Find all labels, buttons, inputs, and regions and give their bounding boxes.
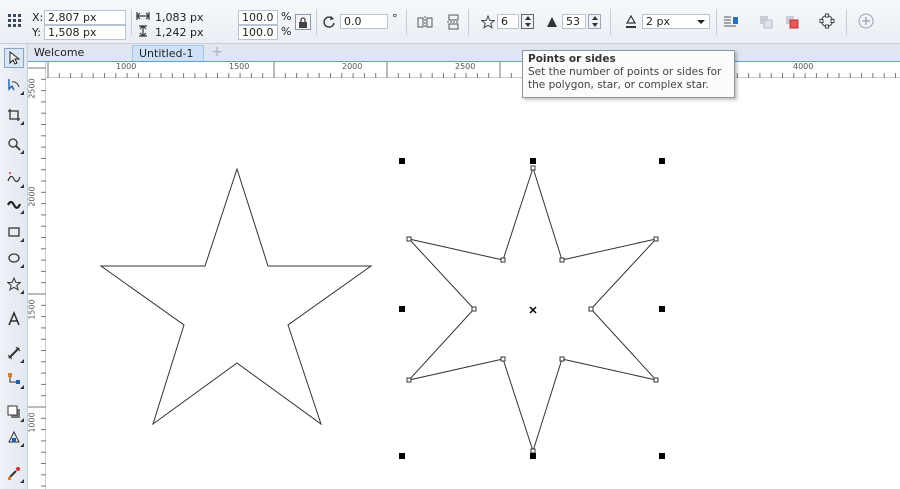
eyedropper-tool-icon[interactable] — [4, 463, 24, 483]
document-tabs: Welcome Screen Untitled-1 + — [28, 44, 900, 75]
horizontal-ruler[interactable]: 1000 1500 2000 2500 4000 — [46, 62, 900, 78]
width-field[interactable]: 1,083 px — [151, 10, 229, 25]
separator — [610, 9, 611, 35]
rectangle-tool-icon[interactable] — [4, 222, 24, 242]
ruler-label: 2000 — [27, 186, 37, 207]
freehand-tool-icon[interactable] — [4, 168, 24, 188]
tab-welcome-screen[interactable]: Welcome Screen — [28, 45, 124, 75]
connector-tool-icon[interactable] — [4, 369, 24, 389]
separator — [131, 9, 132, 35]
vertical-ruler[interactable]: 2500 2000 1500 1000 — [28, 62, 46, 489]
scale-y-field[interactable]: 100.0 — [238, 25, 278, 40]
y-label: Y: — [32, 26, 41, 39]
ruler-label: 1500 — [27, 299, 37, 320]
points-field[interactable]: 6 — [497, 14, 519, 29]
toolbox — [0, 44, 28, 489]
add-icon[interactable] — [857, 12, 875, 30]
sharpness-icon — [543, 13, 561, 31]
height-field[interactable]: 1,242 px — [151, 25, 229, 40]
sharpness-field[interactable]: 53 — [562, 14, 586, 29]
x-position-field[interactable]: 2,807 px — [44, 10, 126, 25]
ruler-label: 4000 — [793, 62, 814, 71]
separator — [316, 9, 317, 35]
star-points-icon — [479, 13, 497, 31]
six-point-star-selection[interactable] — [399, 158, 665, 459]
degree-label: ° — [392, 12, 398, 25]
to-back-icon[interactable] — [783, 13, 801, 31]
object-origin-icon[interactable] — [6, 12, 24, 30]
height-icon — [135, 24, 151, 38]
text-wrap-icon[interactable] — [722, 13, 740, 31]
separator — [406, 9, 407, 35]
percent-y-label: % — [281, 25, 292, 38]
five-point-star[interactable] — [99, 167, 373, 426]
ruler-label: 2500 — [27, 78, 37, 99]
ellipse-tool-icon[interactable] — [4, 248, 24, 268]
convert-to-curves-icon[interactable] — [818, 12, 836, 30]
ruler-label: 1000 — [27, 412, 37, 433]
shape-tool-icon[interactable] — [4, 75, 24, 95]
zoom-tool-icon[interactable] — [4, 134, 24, 154]
separator — [716, 9, 717, 35]
outline-width-value: 2 px — [646, 15, 670, 28]
crop-tool-icon[interactable] — [4, 105, 24, 125]
ruler-label: 1500 — [229, 62, 250, 71]
add-tab-button[interactable]: + — [210, 45, 224, 61]
chevron-down-icon — [697, 20, 705, 24]
rotation-field[interactable]: 0.0 — [340, 14, 388, 29]
tooltip-title: Points or sides — [528, 53, 616, 65]
drop-shadow-tool-icon[interactable] — [4, 402, 24, 422]
transparency-tool-icon[interactable] — [4, 427, 24, 447]
text-tool-icon[interactable] — [4, 309, 24, 329]
scale-x-field[interactable]: 100.0 — [238, 10, 278, 25]
ruler-label: 1000 — [116, 62, 137, 71]
ruler-label: 2000 — [342, 62, 363, 71]
artistic-media-tool-icon[interactable] — [4, 194, 24, 214]
x-label: X: — [32, 11, 44, 24]
separator — [468, 9, 469, 35]
points-or-sides-tooltip: Points or sides Set the number of points… — [522, 50, 735, 98]
center-marker-icon[interactable] — [529, 306, 537, 314]
percent-x-label: % — [281, 10, 292, 23]
to-front-icon[interactable] — [757, 13, 775, 31]
outline-width-dropdown[interactable]: 2 px — [642, 14, 710, 29]
property-bar: X: 2,807 px Y: 1,508 px 1,083 px 1,242 p… — [0, 0, 900, 44]
tooltip-body: Set the number of points or sides for th… — [528, 66, 722, 91]
drawing-canvas[interactable] — [47, 79, 900, 489]
dimension-tool-icon[interactable] — [4, 343, 24, 363]
lock-ratio-icon[interactable] — [295, 14, 311, 30]
ruler-label: 2500 — [455, 62, 476, 71]
mirror-horizontal-icon[interactable] — [416, 13, 434, 31]
polygon-tool-icon[interactable] — [4, 274, 24, 294]
mirror-vertical-icon[interactable] — [444, 13, 462, 31]
separator — [846, 9, 847, 35]
outline-pen-icon — [622, 13, 640, 31]
tab-untitled-1[interactable]: Untitled-1 — [132, 45, 204, 61]
width-icon — [135, 9, 151, 23]
y-position-field[interactable]: 1,508 px — [44, 25, 126, 40]
pick-tool-icon[interactable] — [4, 48, 24, 68]
rotation-icon — [320, 13, 338, 31]
points-spinner[interactable] — [521, 14, 534, 29]
sharpness-spinner[interactable] — [588, 14, 601, 29]
